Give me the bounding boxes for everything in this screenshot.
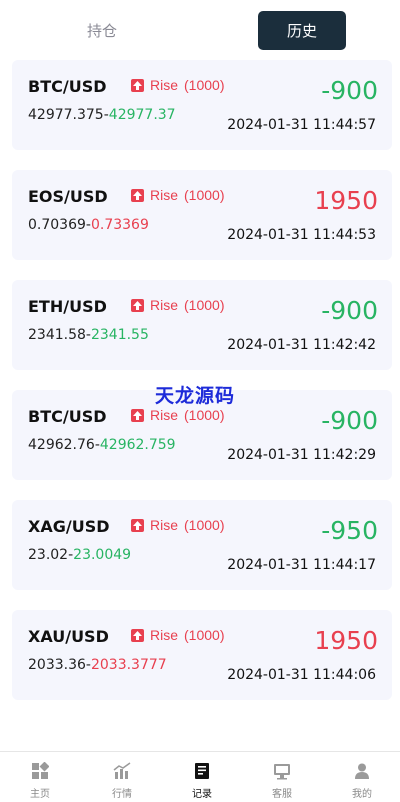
order-time: 2024-01-31 11:44:06 xyxy=(227,667,376,683)
direction-badge: Rise (1000) xyxy=(131,297,224,313)
direction-badge: Rise (1000) xyxy=(131,187,224,203)
open-price: 23.02 xyxy=(28,547,69,563)
user-icon xyxy=(355,763,369,779)
order-card[interactable]: EOS/USD Rise (1000) 0.70369-0.73369 1950 2024… xyxy=(12,170,392,260)
price-range: 23.02-23.0049 xyxy=(28,547,131,563)
profit-loss: 1950 xyxy=(314,626,378,655)
nav-item-profile[interactable]: 我的 xyxy=(322,752,400,802)
close-price: 42977.37 xyxy=(108,107,176,123)
nav-item-home[interactable]: 主页 xyxy=(0,752,80,802)
price-range: 42977.375-42977.37 xyxy=(28,107,176,123)
direction-label: Rise xyxy=(150,77,179,93)
nav-label-market: 行情 xyxy=(112,789,132,800)
open-price: 0.70369 xyxy=(28,217,86,233)
direction-badge: Rise (1000) xyxy=(131,77,224,93)
order-pair: BTC/USD xyxy=(28,77,107,96)
order-pair: EOS/USD xyxy=(28,187,108,206)
open-price: 42962.76 xyxy=(28,437,95,453)
direction-badge: Rise (1000) xyxy=(131,517,224,533)
bottom-tab-bar: 主页 行情 记录 客服 我的 xyxy=(0,751,400,802)
order-card[interactable]: ETH/USD Rise (1000) 2341.58-2341.55 -900 2024… xyxy=(12,280,392,370)
price-range: 2341.58-2341.55 xyxy=(28,327,149,343)
nav-label-profile: 我的 xyxy=(352,789,372,800)
order-amount: (1000) xyxy=(184,77,225,93)
profit-loss: -950 xyxy=(321,516,378,545)
order-pair: XAG/USD xyxy=(28,517,110,536)
direction-label: Rise xyxy=(150,407,179,423)
nav-label-support: 客服 xyxy=(272,789,292,800)
order-pair: ETH/USD xyxy=(28,297,107,316)
order-time: 2024-01-31 11:42:29 xyxy=(227,447,376,463)
tab-history[interactable]: 历史 xyxy=(258,11,346,50)
direction-label: Rise xyxy=(150,297,179,313)
support-icon xyxy=(274,764,290,780)
order-time: 2024-01-31 11:44:57 xyxy=(227,117,376,133)
order-card[interactable]: BTC/USD Rise (1000) 42977.375-42977.37 -900 2… xyxy=(12,60,392,150)
open-price: 2033.36 xyxy=(28,657,86,673)
order-time: 2024-01-31 11:44:17 xyxy=(227,557,376,573)
close-price: 0.73369 xyxy=(90,217,149,233)
home-grid-icon xyxy=(32,762,49,779)
direction-label: Rise xyxy=(150,187,179,203)
direction-label: Rise xyxy=(150,517,179,533)
price-range: 2033.36-2033.3777 xyxy=(28,657,167,673)
close-price: 2341.55 xyxy=(90,327,149,343)
order-card[interactable]: XAU/USD Rise (1000) 2033.36-2033.3777 1950 20… xyxy=(12,610,392,700)
close-price: 23.0049 xyxy=(73,547,132,563)
order-pair: BTC/USD xyxy=(28,407,107,426)
nav-item-market[interactable]: 行情 xyxy=(82,752,162,802)
open-price: 2341.58 xyxy=(28,327,86,343)
arrow-up-icon xyxy=(131,188,144,202)
close-price: 2033.3777 xyxy=(90,657,167,673)
nav-label-home: 主页 xyxy=(30,789,50,800)
profit-loss: -900 xyxy=(321,76,378,105)
order-amount: (1000) xyxy=(184,297,225,313)
history-tabs: 持仓 历史 xyxy=(0,0,400,56)
watermark-text: 天龙源码 xyxy=(155,385,236,407)
arrow-up-icon xyxy=(131,298,144,312)
order-time: 2024-01-31 11:42:42 xyxy=(227,337,376,353)
tab-positions[interactable]: 持仓 xyxy=(58,11,146,50)
direction-label: Rise xyxy=(150,627,179,643)
arrow-up-icon xyxy=(131,78,144,92)
order-amount: (1000) xyxy=(184,187,225,203)
nav-label-records: 记录 xyxy=(192,789,212,800)
market-chart-icon xyxy=(113,762,131,779)
direction-badge: Rise (1000) xyxy=(131,627,224,643)
direction-badge: Rise (1000) xyxy=(131,407,224,423)
price-range: 42962.76-42962.759 xyxy=(28,437,176,453)
order-time: 2024-01-31 11:44:53 xyxy=(227,227,376,243)
profit-loss: -900 xyxy=(321,296,378,325)
order-amount: (1000) xyxy=(184,627,225,643)
profit-loss: 1950 xyxy=(314,186,378,215)
open-price: 42977.375 xyxy=(28,107,104,123)
nav-item-support[interactable]: 客服 xyxy=(242,752,322,802)
records-icon xyxy=(195,763,209,779)
order-pair: XAU/USD xyxy=(28,627,109,646)
order-amount: (1000) xyxy=(184,517,225,533)
arrow-up-icon xyxy=(131,628,144,642)
price-range: 0.70369-0.73369 xyxy=(28,217,149,233)
close-price: 42962.759 xyxy=(99,437,176,453)
nav-item-records[interactable]: 记录 xyxy=(162,752,242,802)
order-amount: (1000) xyxy=(184,407,225,423)
arrow-up-icon xyxy=(131,518,144,532)
profit-loss: -900 xyxy=(321,406,378,435)
order-card[interactable]: XAG/USD Rise (1000) 23.02-23.0049 -950 2024-0… xyxy=(12,500,392,590)
arrow-up-icon xyxy=(131,408,144,422)
